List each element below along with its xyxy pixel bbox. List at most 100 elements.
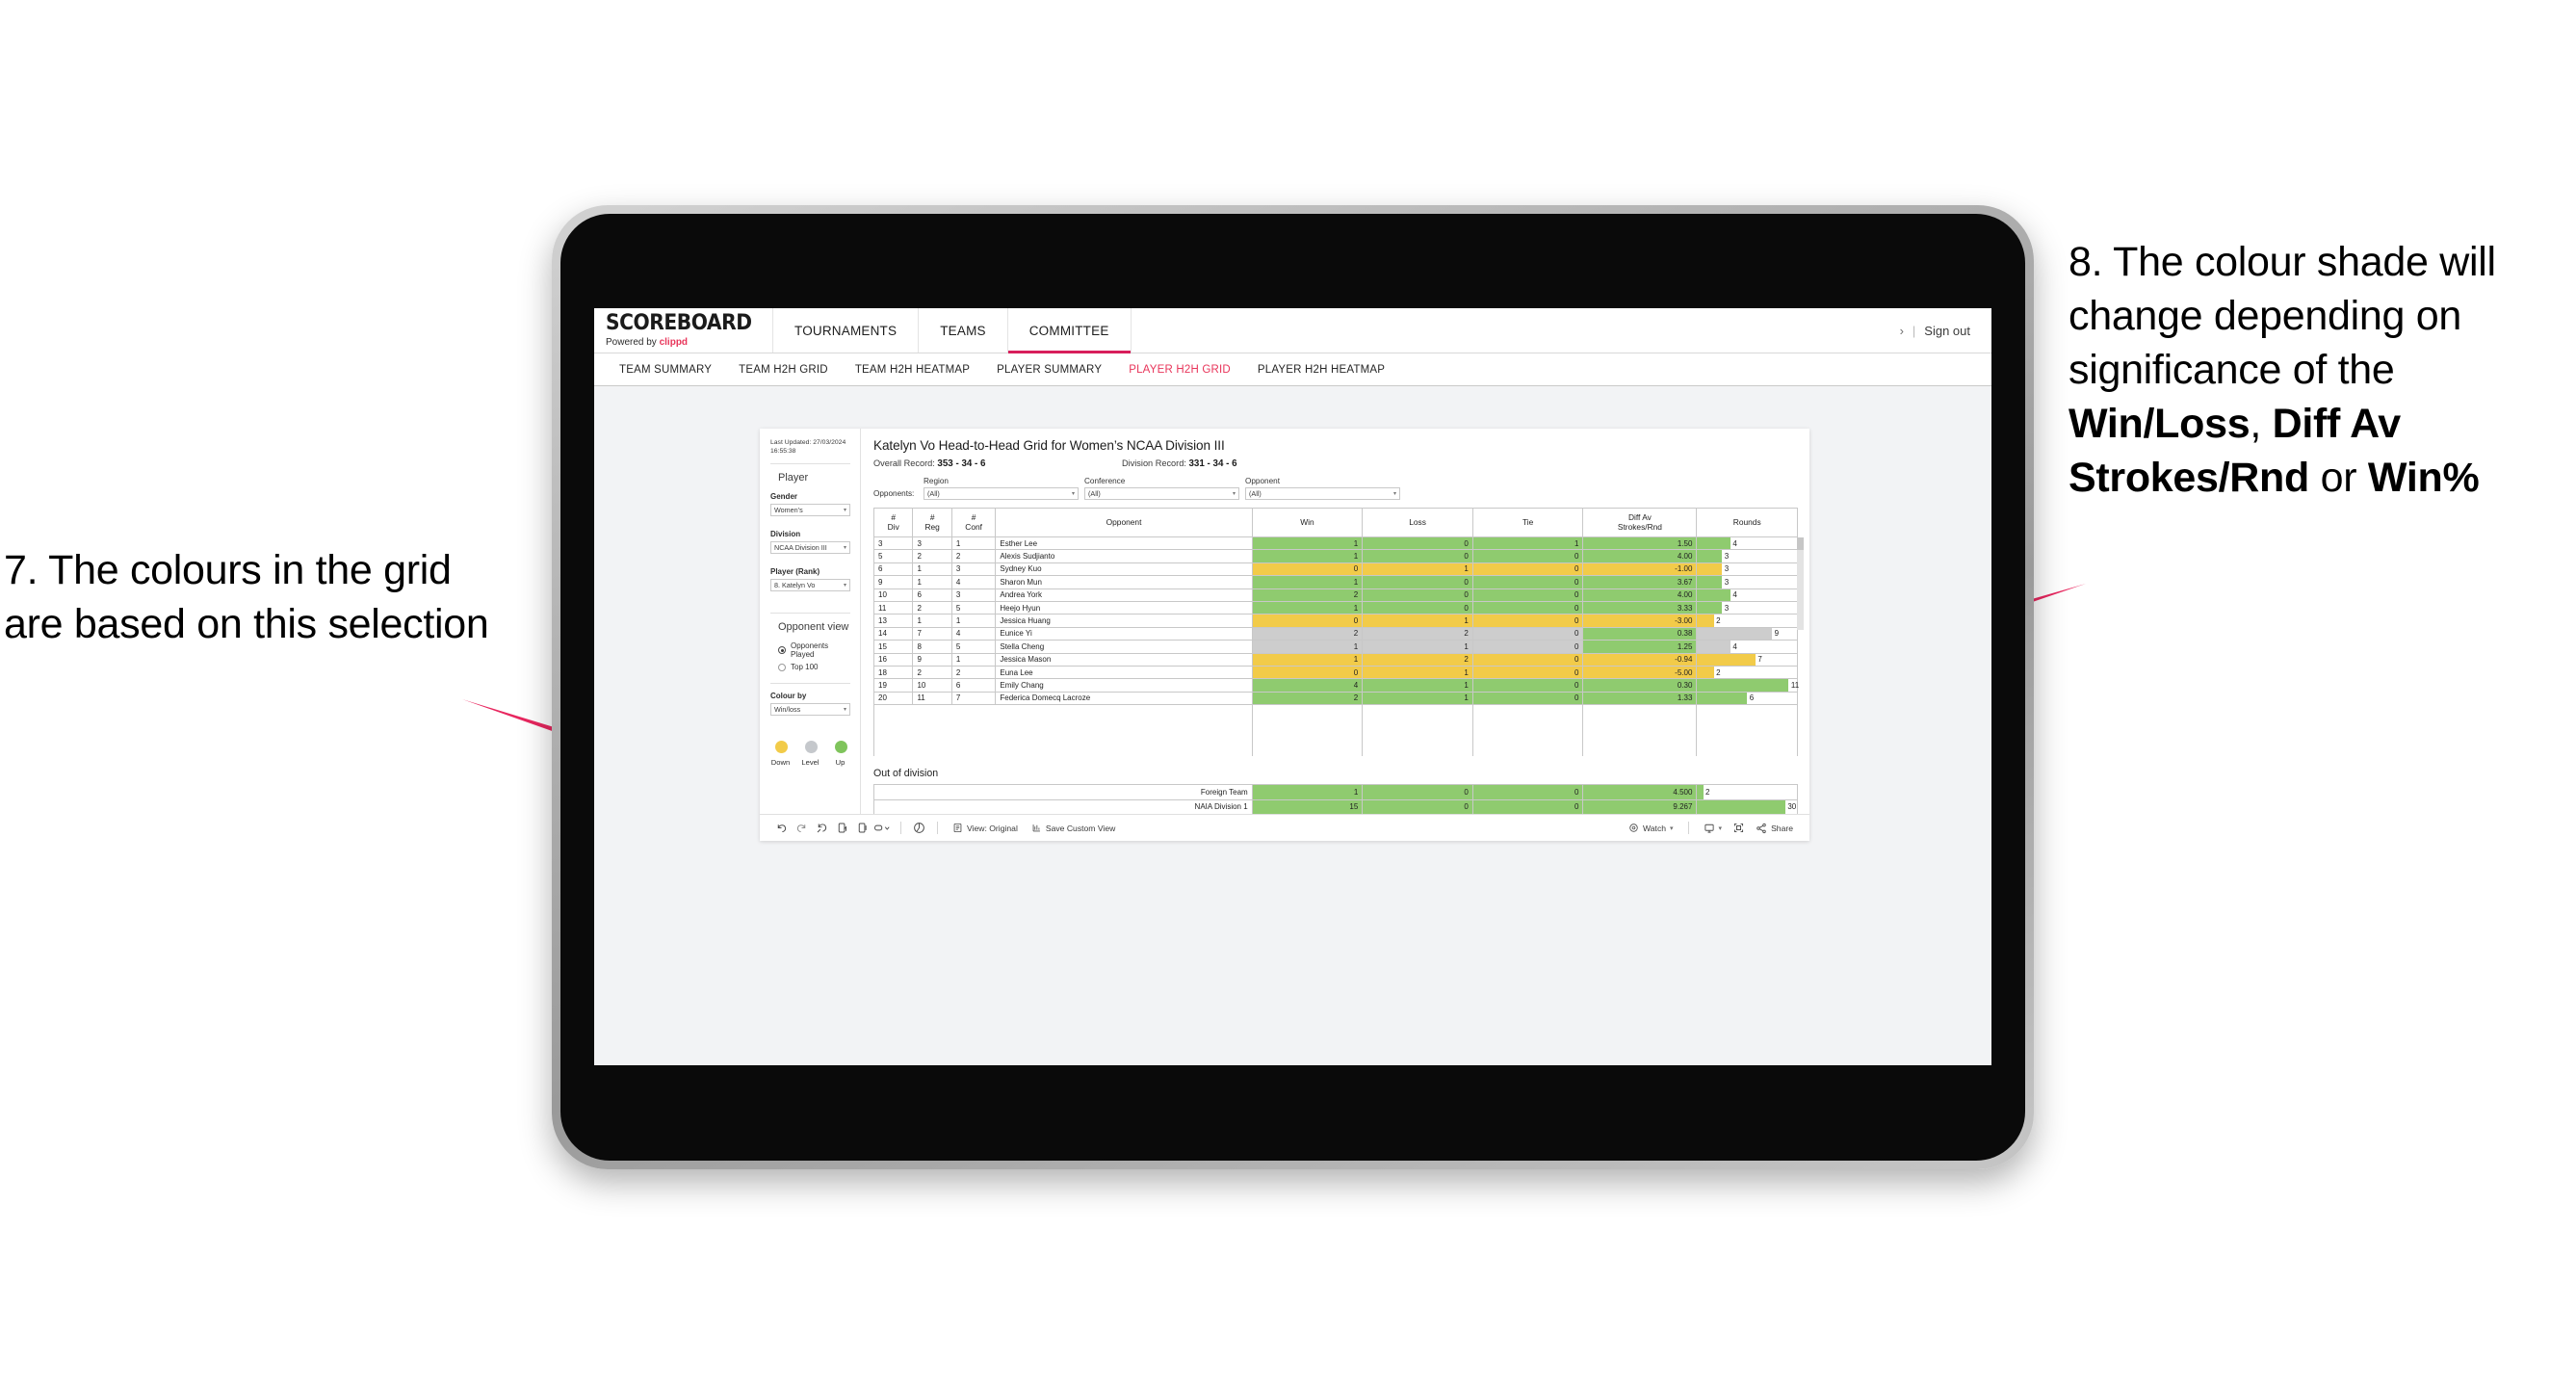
col-header-loss[interactable]: Loss bbox=[1362, 508, 1473, 537]
conference-filter-select[interactable]: (All) ▾ bbox=[1084, 487, 1239, 500]
subnav-item-player-h2h-heatmap[interactable]: PLAYER H2H HEATMAP bbox=[1244, 364, 1398, 376]
cell-div: 20 bbox=[872, 691, 914, 706]
annotation-8-sep2: or bbox=[2308, 454, 2368, 501]
cell-reg: 1 bbox=[912, 614, 952, 628]
player-rank-select[interactable]: 8. Katelyn Vo ▾ bbox=[770, 579, 850, 592]
topnav-item-committee[interactable]: COMMITTEE bbox=[1007, 308, 1132, 353]
top-navigation-bar: SCOREBOARD Powered by clippd TOURNAMENTS… bbox=[594, 308, 1991, 353]
col-header-win[interactable]: Win bbox=[1251, 508, 1364, 537]
save-custom-view-button[interactable]: Save Custom View bbox=[1025, 823, 1122, 833]
subnav-item-team-h2h-heatmap[interactable]: TEAM H2H HEATMAP bbox=[842, 364, 983, 376]
table-row[interactable]: 19 10 6 Emily Chang 4 1 0 0.30 11 bbox=[872, 678, 1799, 693]
division-select[interactable]: NCAA Division III ▾ bbox=[770, 541, 850, 555]
table-row[interactable]: 16 9 1 Jessica Mason 1 2 0 -0.94 7 bbox=[872, 652, 1798, 667]
gender-value: Women’s bbox=[774, 506, 803, 515]
out-of-division-row[interactable]: Foreign Team 1 0 0 4.500 2 bbox=[873, 784, 1798, 800]
cell-diff-av-strokes: 4.00 bbox=[1582, 588, 1698, 602]
subnav-item-team-h2h-grid[interactable]: TEAM H2H GRID bbox=[725, 364, 842, 376]
cell-tie: 0 bbox=[1471, 691, 1584, 706]
cell-conf: 7 bbox=[950, 691, 997, 706]
colour-by-select[interactable]: Win/loss ▾ bbox=[770, 703, 850, 717]
share-button[interactable]: Share bbox=[1749, 823, 1800, 834]
table-row[interactable]: 13 1 1 Jessica Huang 0 1 0 -3.00 2 bbox=[872, 614, 1798, 628]
brand-logo[interactable]: SCOREBOARD Powered by clippd bbox=[594, 308, 773, 353]
cell-win: 1 bbox=[1251, 784, 1364, 800]
account-area: › | Sign out bbox=[1900, 308, 1991, 353]
scrollbar-thumb[interactable] bbox=[1797, 537, 1804, 550]
legend-label-up: Up bbox=[835, 758, 846, 768]
col-header-tie[interactable]: Tie bbox=[1471, 508, 1584, 537]
table-row[interactable]: 3 3 1 Esther Lee 1 0 1 1.50 4 bbox=[872, 536, 1798, 551]
gender-select[interactable]: Women’s ▾ bbox=[770, 504, 850, 517]
table-row[interactable]: 11 2 5 Heejo Hyun 1 0 0 3.33 3 bbox=[872, 600, 1798, 615]
cell-rounds-bar: 4 bbox=[1696, 588, 1798, 602]
cell-opponent: Jessica Mason bbox=[995, 652, 1253, 667]
rounds-value: 4 bbox=[1732, 538, 1737, 548]
table-row[interactable]: 10 6 3 Andrea York 2 0 0 4.00 4 bbox=[872, 588, 1798, 602]
cell-win: 1 bbox=[1251, 640, 1364, 654]
col-header-rounds[interactable]: Rounds bbox=[1696, 508, 1798, 537]
col-header-reg[interactable]: # Reg bbox=[912, 508, 952, 537]
cell-rounds-bar: 2 bbox=[1696, 665, 1798, 680]
subnav-item-player-h2h-grid[interactable]: PLAYER H2H GRID bbox=[1115, 364, 1244, 376]
opponent-filter-select[interactable]: (All) ▾ bbox=[1245, 487, 1400, 500]
subnav-item-team-summary[interactable]: TEAM SUMMARY bbox=[606, 364, 725, 376]
redo-icon[interactable] bbox=[792, 818, 812, 838]
view-original-button[interactable]: View: Original bbox=[946, 823, 1025, 833]
cell-diff-av-strokes: 4.500 bbox=[1582, 784, 1698, 800]
table-vertical-scrollbar[interactable] bbox=[1797, 537, 1804, 630]
presentation-mode-icon[interactable] bbox=[909, 818, 929, 838]
col-header-diff-av-strokes[interactable]: Diff Av Strokes/Rnd bbox=[1582, 508, 1698, 537]
download-button[interactable]: ▾ bbox=[1697, 823, 1730, 834]
col-header-reg-l2: Reg bbox=[924, 521, 940, 532]
gender-label: Gender bbox=[770, 492, 798, 502]
cell-conf: 4 bbox=[950, 575, 997, 589]
radio-top-100[interactable]: Top 100 bbox=[778, 663, 850, 671]
cell-reg: 2 bbox=[912, 665, 952, 680]
region-filter-label: Region bbox=[924, 477, 949, 485]
table-row[interactable]: 5 2 2 Alexis Sudjianto 1 0 0 4.00 3 bbox=[872, 549, 1798, 563]
cell-div: 18 bbox=[872, 665, 914, 680]
brand-powered-prefix: Powered by bbox=[606, 337, 660, 348]
topnav-item-teams[interactable]: TEAMS bbox=[919, 308, 1008, 353]
annotation-7-text: 7. The colours in the grid are based on … bbox=[4, 547, 489, 647]
region-filter-select[interactable]: (All) ▾ bbox=[924, 487, 1079, 500]
cell-rounds-bar: 3 bbox=[1696, 600, 1798, 615]
table-row[interactable]: 18 2 2 Euna Lee 0 1 0 -5.00 2 bbox=[872, 665, 1798, 680]
chevron-right-icon[interactable]: › bbox=[1900, 324, 1904, 338]
table-row[interactable]: 15 8 5 Stella Cheng 1 1 0 1.25 4 bbox=[872, 640, 1798, 654]
player-rank-field: Player (Rank) 8. Katelyn Vo ▾ bbox=[770, 567, 850, 592]
chevron-down-icon: ▾ bbox=[1670, 824, 1674, 832]
empty-cell-loss bbox=[1362, 743, 1473, 757]
refresh-data-icon[interactable] bbox=[832, 818, 852, 838]
table-row[interactable]: 20 11 7 Federica Domecq Lacroze 2 1 0 1.33 6 bbox=[872, 691, 1798, 706]
revert-icon[interactable] bbox=[812, 818, 832, 838]
subnav-item-player-summary[interactable]: PLAYER SUMMARY bbox=[983, 364, 1115, 376]
pause-updates-icon[interactable] bbox=[852, 818, 872, 838]
table-row[interactable]: 6 1 3 Sydney Kuo 0 1 0 -1.00 3 bbox=[872, 562, 1798, 577]
overall-record-label: Overall Record: bbox=[873, 458, 938, 468]
cell-div: 19 bbox=[872, 678, 914, 693]
player-section-heading: Player bbox=[778, 472, 809, 484]
col-header-div[interactable]: # Div bbox=[872, 508, 914, 537]
table-row[interactable]: 14 7 4 Eunice Yi 2 2 0 0.38 9 bbox=[872, 626, 1798, 641]
radio-opponents-played[interactable]: Opponents Played bbox=[778, 641, 850, 659]
region-filter-value: (All) bbox=[927, 489, 940, 498]
out-of-division-row[interactable]: NAIA Division 1 15 0 0 9.267 30 bbox=[873, 798, 1798, 814]
sign-out-link[interactable]: Sign out bbox=[1924, 324, 1970, 338]
rounds-bar bbox=[1697, 576, 1723, 588]
col-header-conf[interactable]: # Conf bbox=[950, 508, 997, 537]
empty-cell-loss bbox=[1362, 717, 1473, 731]
undo-icon[interactable] bbox=[771, 818, 792, 838]
cell-loss: 0 bbox=[1362, 588, 1473, 602]
col-header-opponent[interactable]: Opponent bbox=[995, 508, 1253, 537]
topnav-item-tournaments[interactable]: TOURNAMENTS bbox=[773, 308, 920, 353]
cell-tie: 0 bbox=[1471, 575, 1584, 589]
rounds-bar bbox=[1697, 666, 1714, 679]
shape-dropdown-icon[interactable] bbox=[872, 818, 893, 838]
fullscreen-icon[interactable] bbox=[1729, 818, 1749, 838]
table-row[interactable]: 9 1 4 Sharon Mun 1 0 0 3.67 3 bbox=[872, 575, 1798, 589]
chevron-down-icon: ▾ bbox=[1392, 491, 1396, 497]
watch-button[interactable]: Watch ▾ bbox=[1622, 823, 1680, 833]
empty-cell-left bbox=[873, 730, 1253, 744]
